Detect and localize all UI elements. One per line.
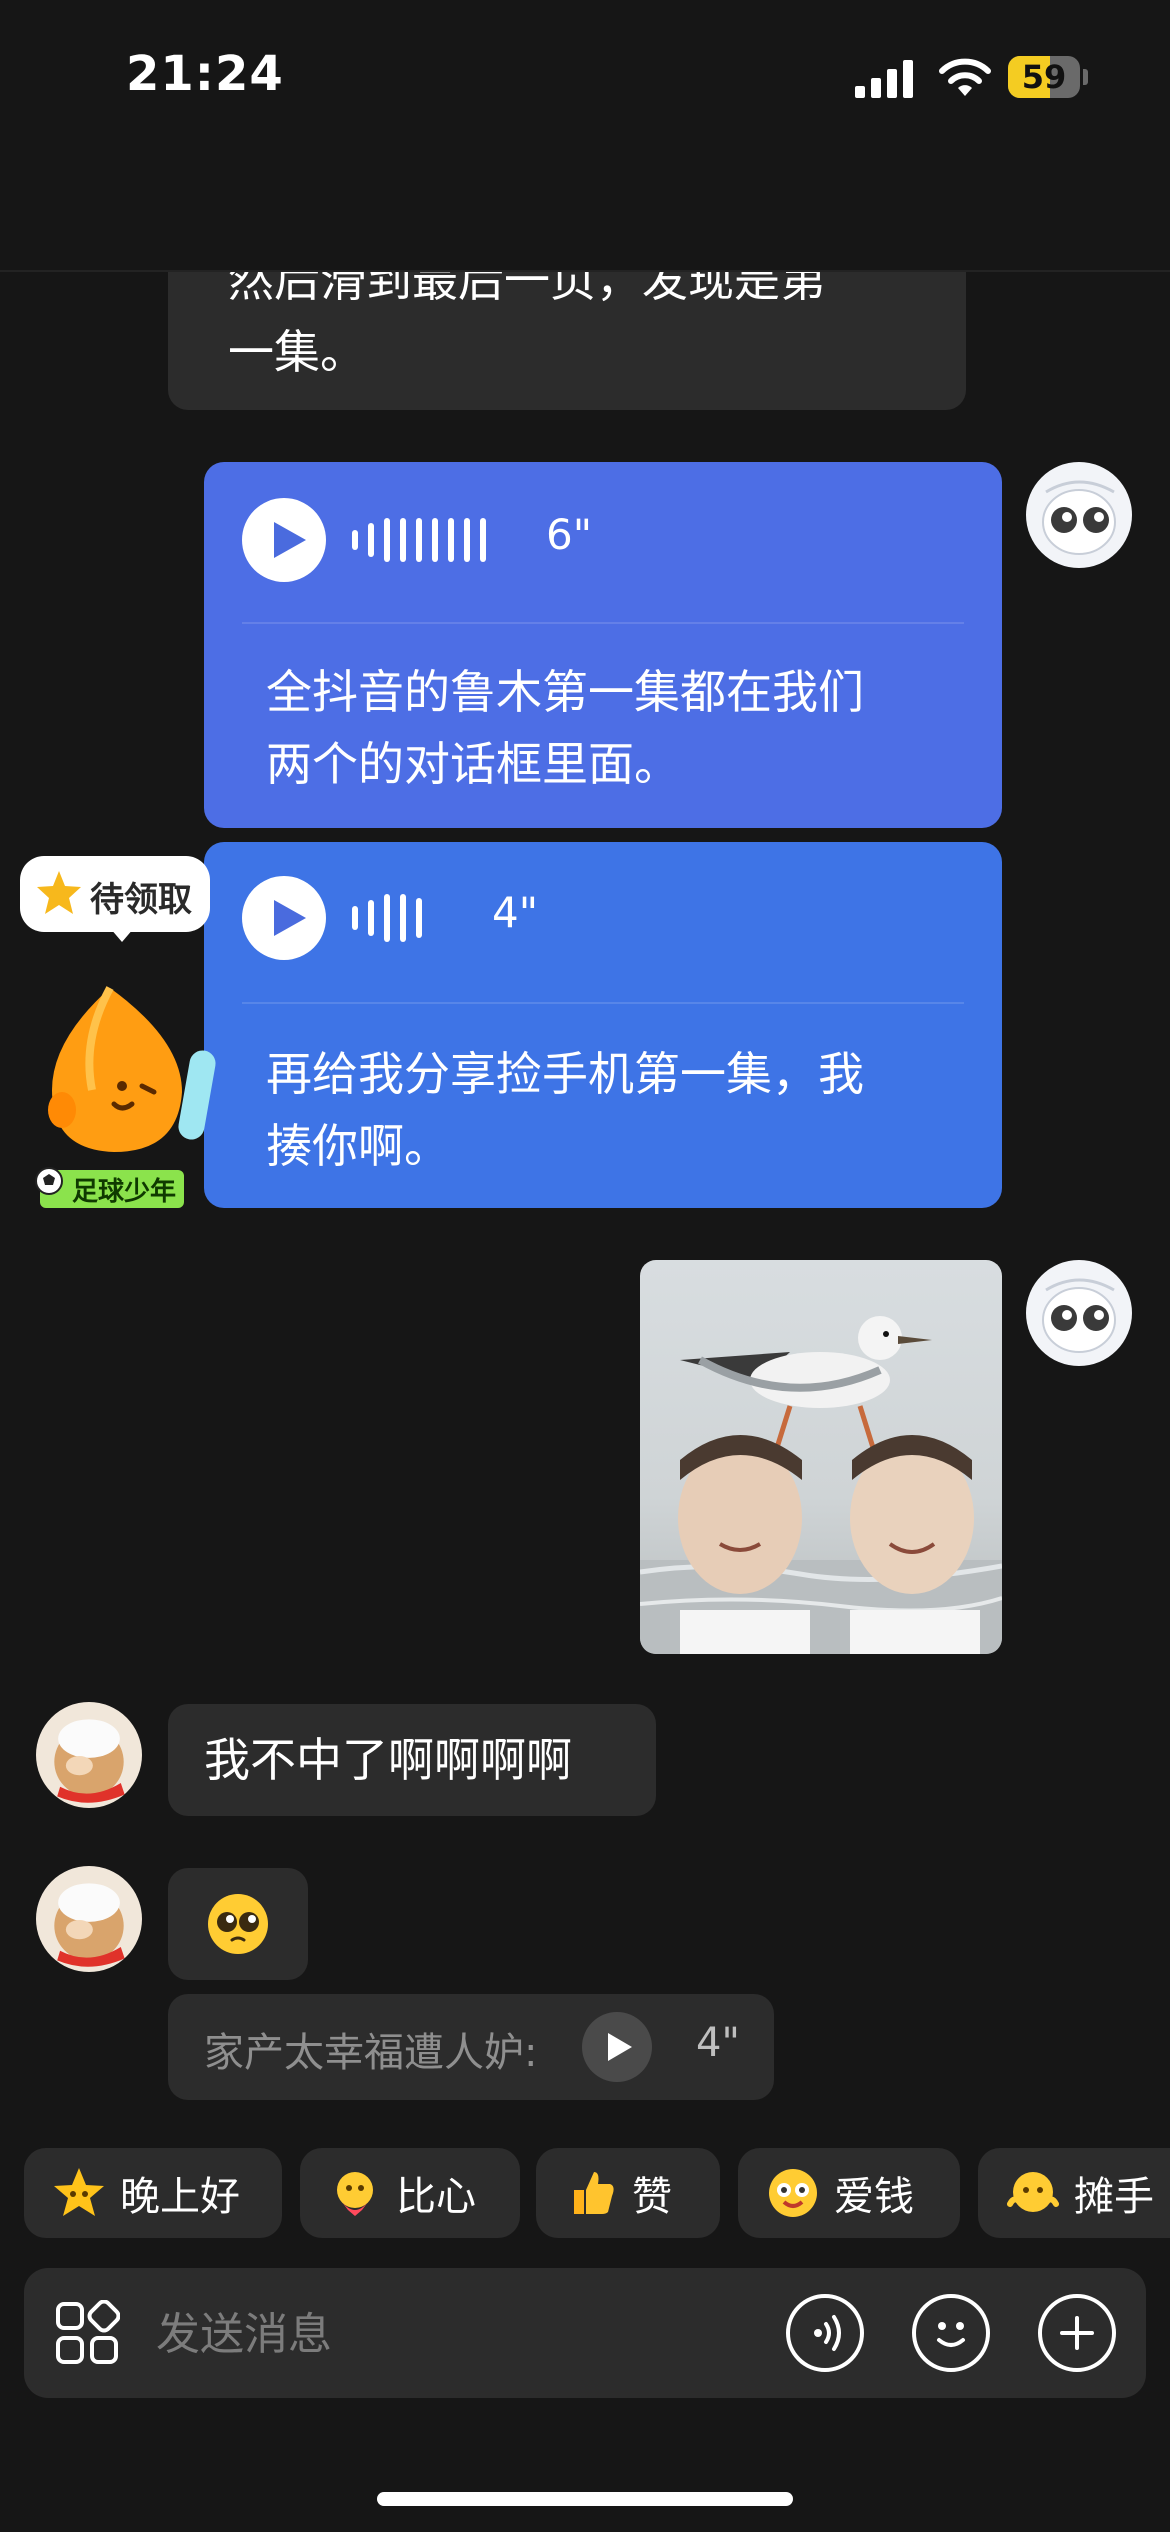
voice-transcript: 两个的对话框里面。 <box>266 737 680 791</box>
image-message[interactable] <box>640 1260 1002 1654</box>
message-text: 然后滑到最后一页，发现是第 <box>228 253 826 307</box>
pleading-face-icon <box>208 1894 268 1954</box>
voice-transcript: 揍你啊。 <box>266 1119 450 1173</box>
quick-reply-chip[interactable]: 爱钱 <box>738 2148 960 2238</box>
voice-duration: 6" <box>546 510 593 559</box>
quick-reply-label: 摊手 <box>1074 2174 1154 2220</box>
play-voice-button[interactable] <box>242 498 326 582</box>
shrug-face-icon <box>1007 2172 1059 2212</box>
soccer-ball-icon <box>35 1167 63 1195</box>
star-face-icon <box>54 2168 104 2216</box>
back-button[interactable] <box>40 180 100 240</box>
plus-icon <box>1060 2316 1094 2350</box>
message-bubble-friend[interactable]: 我不中了啊啊啊啊 <box>168 1704 656 1816</box>
message-text: 一集。 <box>228 325 366 379</box>
quick-reply-label: 晚上好 <box>120 2174 240 2220</box>
message-input[interactable] <box>154 2298 778 2370</box>
message-input-bar <box>24 2268 1146 2398</box>
mascot-tag: 足球少年 <box>35 1167 185 1208</box>
wifi-icon <box>939 58 991 96</box>
my-avatar[interactable] <box>1026 1260 1132 1366</box>
more-options-icon[interactable] <box>1058 188 1124 232</box>
voice-wave-icon <box>814 2315 841 2351</box>
home-indicator[interactable] <box>377 2492 793 2506</box>
voice-input-button[interactable] <box>786 2294 864 2372</box>
quick-reply-chip[interactable]: 赞 <box>536 2148 720 2238</box>
add-more-button[interactable] <box>1038 2294 1116 2372</box>
voice-waveform <box>352 514 486 566</box>
star-icon <box>37 871 81 914</box>
voice-message-1[interactable]: 6" 全抖音的鲁木第一集都在我们 两个的对话框里面。 <box>204 462 1002 828</box>
voice-transcript: 再给我分享捡手机第一集，我 <box>266 1047 864 1101</box>
heart-hands-icon <box>337 2172 373 2216</box>
voice-waveform <box>352 892 422 944</box>
my-avatar[interactable] <box>1026 462 1132 568</box>
voice-message-2[interactable]: 4" 再给我分享捡手机第一集，我 揍你啊。 <box>204 842 1002 1208</box>
quoted-sender: 家产太幸福遭人妒: <box>204 2030 538 2076</box>
battery-percentage: 59 <box>1021 58 1067 96</box>
voice-duration: 4" <box>492 888 539 937</box>
friend-avatar[interactable] <box>36 1866 142 1972</box>
apps-grid-icon[interactable] <box>54 2300 120 2366</box>
message-bubble-friend-partial[interactable]: 然后滑到最后一页，发现是第 一集。 <box>168 180 966 410</box>
emoji-message-bubble[interactable] <box>168 1868 308 1980</box>
thumbs-up-icon <box>574 2172 614 2214</box>
quick-reply-label: 赞 <box>632 2174 672 2220</box>
quick-reply-chip[interactable]: 摊手 <box>978 2148 1170 2238</box>
emoji-button[interactable] <box>912 2294 990 2372</box>
quoted-play-button[interactable] <box>582 2012 652 2082</box>
quick-reply-chip[interactable]: 晚上好 <box>24 2148 282 2238</box>
smile-icon <box>937 2322 965 2347</box>
quick-reply-label: 比心 <box>396 2174 476 2220</box>
orange-mascot-icon[interactable] <box>22 980 220 1166</box>
quick-reply-chip[interactable]: 比心 <box>300 2148 520 2238</box>
battery-icon: 59 <box>1008 56 1088 98</box>
money-face-icon <box>769 2169 817 2217</box>
play-voice-button[interactable] <box>242 876 326 960</box>
reward-badge[interactable]: 待领取 <box>20 856 210 942</box>
quick-reply-label: 爱钱 <box>834 2174 914 2220</box>
quoted-duration: 4" <box>696 2020 740 2066</box>
voice-transcript: 全抖音的鲁木第一集都在我们 <box>266 665 864 719</box>
friend-avatar[interactable] <box>36 1702 142 1808</box>
quoted-voice-reply[interactable]: 家产太幸福遭人妒: 4" <box>168 1994 774 2100</box>
message-text: 我不中了啊啊啊啊 <box>204 1733 572 1787</box>
cellular-signal-icon <box>855 60 913 98</box>
status-time: 21:24 <box>126 46 284 102</box>
reward-badge-label: 待领取 <box>90 880 192 920</box>
mascot-tag-label: 足球少年 <box>72 1176 177 1207</box>
